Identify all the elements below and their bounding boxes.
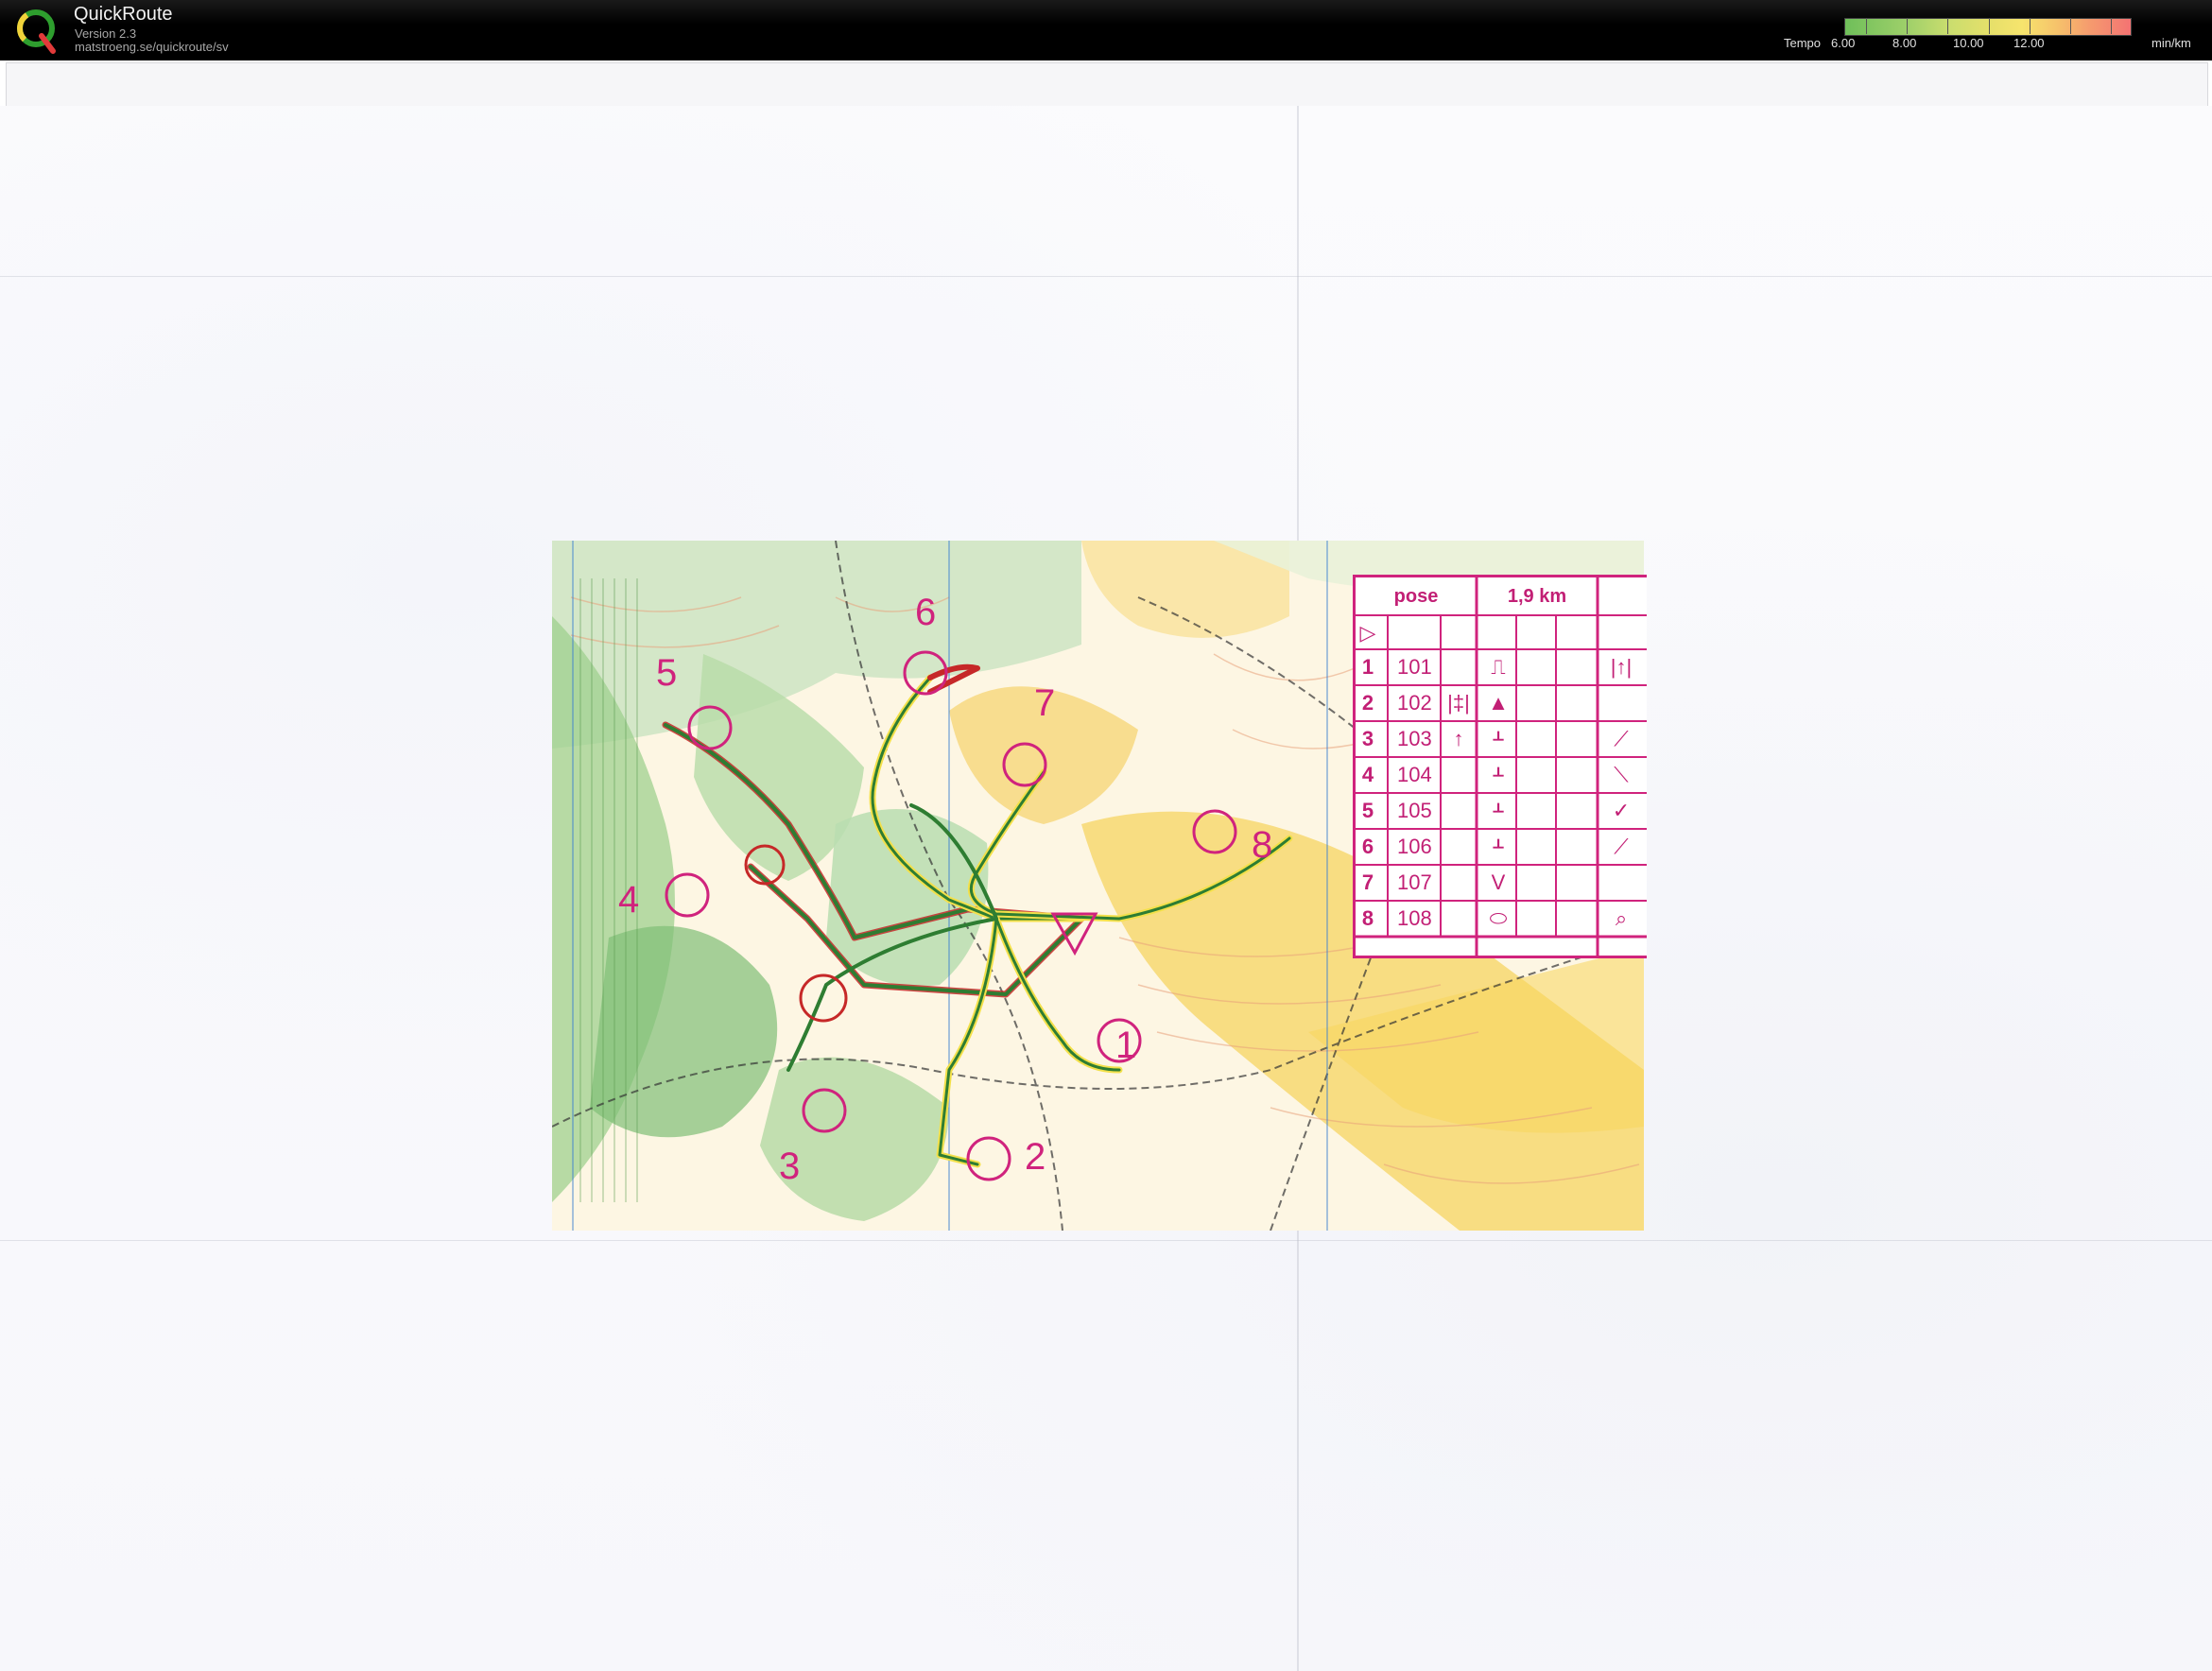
table-row: 8 108 ⬭ ⌕ — [1356, 901, 1647, 937]
control-num: 6 — [1361, 835, 1374, 858]
legend-tick — [1947, 18, 1948, 34]
table-row: 7 107 V — [1356, 865, 1647, 901]
control-code: 104 — [1397, 763, 1432, 786]
course-length: 1,9 km — [1507, 586, 1567, 607]
event-name: pose — [1393, 586, 1439, 607]
legend-tick — [2030, 18, 2031, 34]
extra-symbol: ↑ — [1453, 727, 1464, 750]
feature-symbol: ᚆ — [1493, 727, 1504, 750]
control-code: 102 — [1397, 691, 1432, 715]
control-code: 108 — [1397, 906, 1432, 930]
detail-symbol: ⟍ — [1614, 763, 1629, 786]
feature-symbol: ⎍ — [1491, 655, 1506, 679]
legend-value: 6.00 — [1831, 36, 1856, 50]
feature-symbol: ▲ — [1488, 691, 1509, 715]
legend-unit: min/km — [2152, 36, 2191, 50]
table-row: 6 106 ᚆ ⟋ — [1356, 829, 1647, 865]
control-num: 8 — [1361, 906, 1374, 930]
feature-symbol: ⬭ — [1489, 906, 1508, 930]
table-row: 4 104 ᚆ ⟍ — [1356, 757, 1647, 793]
map-frame-edge — [6, 62, 2208, 108]
feature-symbol: ᚆ — [1493, 763, 1504, 786]
control-num: 2 — [1361, 691, 1374, 715]
feature-symbol: ᚆ — [1493, 799, 1504, 822]
paper-fold — [0, 276, 2212, 277]
legend-tick — [2070, 18, 2071, 34]
table-row: 1 101 ⎍ |↑| — [1356, 649, 1647, 685]
control-num: 4 — [1361, 763, 1374, 786]
table-row: 2 102 |‡| ▲ — [1356, 685, 1647, 721]
control-code: 105 — [1397, 799, 1432, 822]
legend-tick — [1866, 18, 1867, 34]
table-row: 5 105 ᚆ ✓ — [1356, 793, 1647, 829]
app-title: QuickRoute — [74, 4, 173, 25]
control-number-6: 6 — [915, 592, 937, 633]
title-bar: QuickRoute Version 2.3 matstroeng.se/qui… — [0, 0, 2212, 60]
control-number-1: 1 — [1115, 1025, 1137, 1066]
control-code: 106 — [1397, 835, 1432, 858]
control-number-5: 5 — [656, 652, 678, 694]
feature-symbol: ᚆ — [1493, 835, 1504, 858]
control-number-2: 2 — [1025, 1136, 1046, 1178]
start-row: ▷ — [1356, 615, 1647, 651]
detail-symbol: ⟋ — [1614, 835, 1629, 858]
detail-symbol: |↑| — [1610, 655, 1633, 679]
control-num: 5 — [1361, 799, 1374, 822]
control-number-7: 7 — [1034, 682, 1056, 724]
control-number-4: 4 — [618, 879, 640, 921]
legend-value: 12.00 — [2013, 36, 2045, 50]
paper-fold — [0, 1240, 2212, 1241]
control-num: 1 — [1361, 655, 1374, 679]
detail-symbol: ⌕ — [1615, 906, 1628, 930]
start-symbol: ▷ — [1359, 621, 1376, 645]
control-number-8: 8 — [1252, 824, 1273, 866]
detail-symbol: ⟋ — [1614, 727, 1629, 750]
app-version: Version 2.3 — [75, 26, 137, 41]
app-url[interactable]: matstroeng.se/quickroute/sv — [75, 40, 229, 54]
legend-title: Tempo — [1784, 36, 1822, 50]
extra-symbol: |‡| — [1447, 691, 1470, 715]
legend-tick — [1989, 18, 1990, 34]
control-code: 103 — [1397, 727, 1432, 750]
control-code: 101 — [1397, 655, 1432, 679]
control-code: 107 — [1397, 870, 1432, 894]
legend-tick — [2111, 18, 2112, 34]
control-description-table: pose 1,9 km ▷ 1 101 ⎍ |↑| 2 102 |‡| ▲ 3 … — [1353, 575, 1647, 958]
legend-value: 8.00 — [1892, 36, 1917, 50]
tempo-color-legend — [1844, 18, 2132, 36]
table-row: 3 103 ↑ ᚆ ⟋ — [1356, 721, 1647, 757]
detail-symbol: ✓ — [1612, 799, 1631, 822]
legend-value: 10.00 — [1953, 36, 1984, 50]
control-number-3: 3 — [779, 1146, 801, 1187]
quickroute-logo — [17, 9, 56, 54]
control-num: 3 — [1361, 727, 1374, 750]
feature-symbol: V — [1491, 870, 1506, 894]
legend-tick — [1907, 18, 1908, 34]
control-num: 7 — [1361, 870, 1374, 894]
